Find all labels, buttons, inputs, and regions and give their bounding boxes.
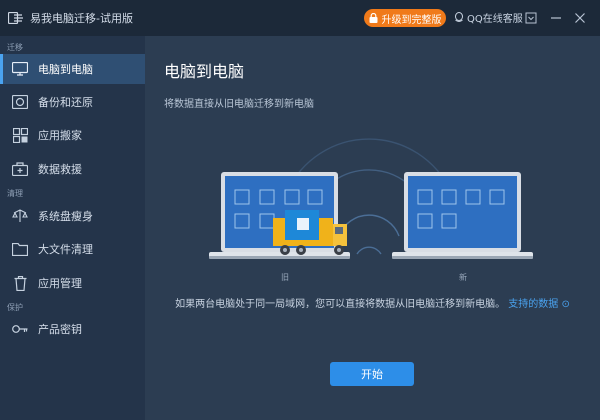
sidebar-item-rescue[interactable]: 数据救援 xyxy=(0,154,145,184)
title-bar: 易我电脑迁移-试用版 升级到完整版 QQ在线客服 xyxy=(0,0,600,36)
sidebar-item-label: 大文件清理 xyxy=(38,243,93,256)
close-button[interactable] xyxy=(573,11,587,25)
section-label-migrate: 迁移 xyxy=(7,43,23,52)
info-circle-icon[interactable]: ⊙ xyxy=(561,299,569,310)
monitor-icon xyxy=(12,61,28,77)
sidebar-item-label: 数据救援 xyxy=(38,163,82,176)
app-logo-icon xyxy=(8,12,24,24)
info-text: 如果两台电脑处于同一局域网，您可以直接将数据从旧电脑迁移到新电脑。 支持的数据 … xyxy=(145,295,600,310)
close-icon xyxy=(575,13,585,23)
rescue-icon xyxy=(12,161,28,177)
minimize-button[interactable] xyxy=(549,11,563,25)
folder-icon xyxy=(12,241,28,257)
upgrade-label: 升级到完整版 xyxy=(381,14,442,26)
menu-icon xyxy=(525,12,537,24)
page-title: 电脑到电脑 xyxy=(164,62,245,81)
slim-icon xyxy=(12,208,28,224)
upgrade-button[interactable]: 升级到完整版 xyxy=(364,9,446,27)
backup-icon xyxy=(12,94,28,110)
sidebar-item-product-key[interactable]: 产品密钥 xyxy=(0,314,145,344)
trash-icon xyxy=(12,275,28,291)
key-icon xyxy=(12,321,28,337)
lock-icon xyxy=(369,12,378,23)
sidebar-item-label: 产品密钥 xyxy=(38,323,82,336)
sidebar-item-label: 应用搬家 xyxy=(38,129,82,142)
main-panel: 电脑到电脑 将数据直接从旧电脑迁移到新电脑 旧 新 如果两台电脑处于同一局域网，… xyxy=(145,36,600,420)
app-title: 易我电脑迁移-试用版 xyxy=(30,12,133,25)
sidebar-item-pc-to-pc[interactable]: 电脑到电脑 xyxy=(0,54,145,84)
start-button[interactable]: 开始 xyxy=(330,362,414,386)
section-label-clean: 清理 xyxy=(7,189,23,198)
old-pc-label: 旧 xyxy=(281,273,289,282)
migration-illustration xyxy=(209,138,533,259)
section-label-protect: 保护 xyxy=(7,303,23,312)
info-message: 如果两台电脑处于同一局域网，您可以直接将数据从旧电脑迁移到新电脑。 xyxy=(175,299,506,310)
minimize-icon xyxy=(551,17,561,19)
qq-support-link[interactable]: QQ在线客服 xyxy=(454,10,523,25)
sidebar: 迁移 电脑到电脑 备份和还原 应用搬家 数据救援 清理 系统盘瘦身 大文件清理 … xyxy=(0,36,145,420)
qq-label: QQ在线客服 xyxy=(467,14,523,25)
qq-icon xyxy=(455,12,463,22)
sidebar-item-label: 系统盘瘦身 xyxy=(38,210,93,223)
sidebar-item-label: 备份和还原 xyxy=(38,96,93,109)
sidebar-item-app-manage[interactable]: 应用管理 xyxy=(0,268,145,298)
sidebar-item-label: 电脑到电脑 xyxy=(38,63,93,76)
supported-data-link[interactable]: 支持的数据 xyxy=(508,299,558,310)
sidebar-item-slim[interactable]: 系统盘瘦身 xyxy=(0,201,145,231)
menu-button[interactable] xyxy=(524,11,538,25)
page-subtitle: 将数据直接从旧电脑迁移到新电脑 xyxy=(164,99,314,110)
sidebar-item-app-move[interactable]: 应用搬家 xyxy=(0,120,145,150)
sidebar-item-large-files[interactable]: 大文件清理 xyxy=(0,234,145,264)
app-move-icon xyxy=(12,127,28,143)
new-laptop xyxy=(392,172,533,259)
sidebar-item-label: 应用管理 xyxy=(38,277,82,290)
sidebar-item-backup[interactable]: 备份和还原 xyxy=(0,87,145,117)
new-pc-label: 新 xyxy=(459,273,467,282)
